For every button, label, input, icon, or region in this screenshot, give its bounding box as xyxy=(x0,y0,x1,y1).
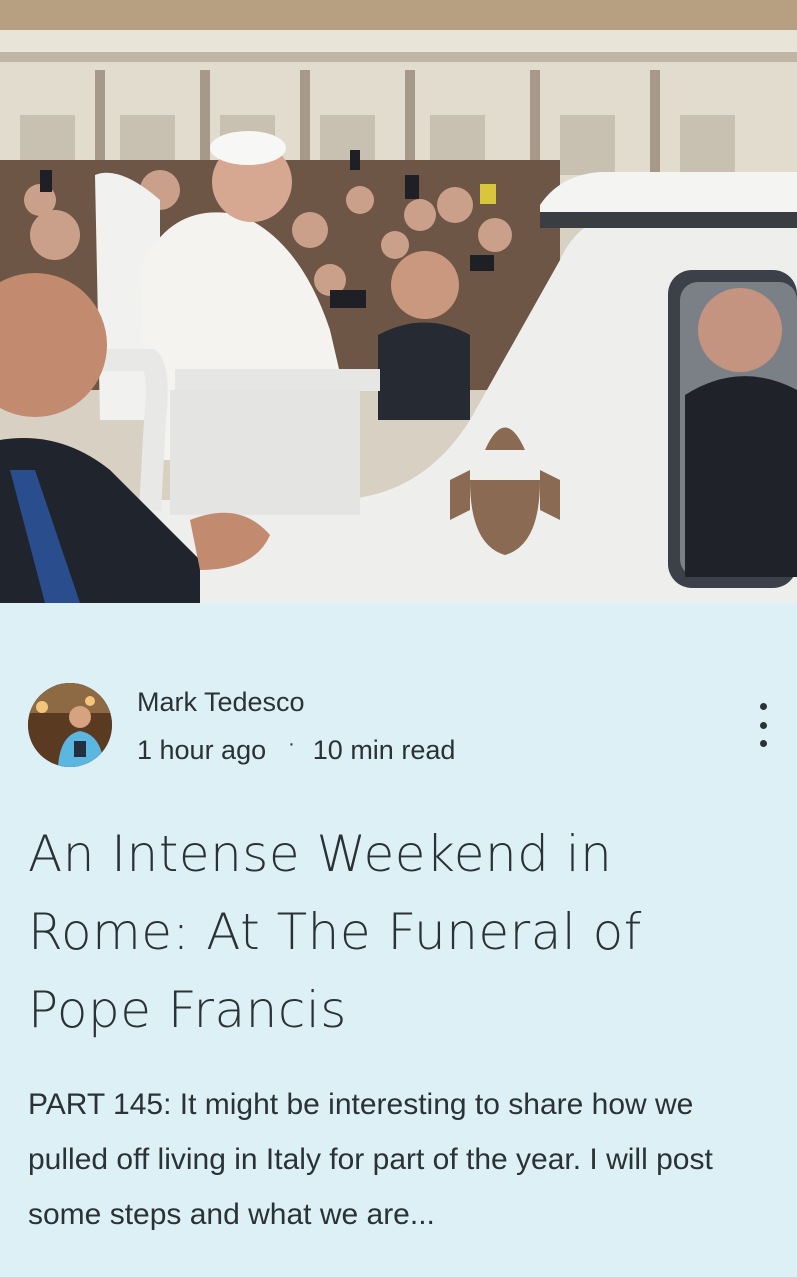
post-title[interactable]: An Intense Weekend in Rome: At The Funer… xyxy=(28,815,768,1049)
author-avatar[interactable] xyxy=(28,683,112,767)
more-dot xyxy=(759,740,767,747)
more-vertical-icon[interactable] xyxy=(748,703,778,747)
meta-separator: · xyxy=(288,733,295,755)
post-excerpt: PART 145: It might be interesting to sha… xyxy=(28,1088,713,1231)
post-time: 1 hour ago xyxy=(137,735,267,765)
hero-image[interactable] xyxy=(0,0,797,603)
photo-pope-francis-popemobile xyxy=(0,0,797,603)
read-time: 10 min read xyxy=(312,735,456,765)
post-meta: 1 hour ago · 10 min read xyxy=(137,733,456,766)
more-dot xyxy=(759,721,767,729)
author-name[interactable]: Mark Tedesco xyxy=(137,687,305,718)
post-card[interactable]: Mark Tedesco 1 hour ago · 10 min read An… xyxy=(0,603,797,1277)
more-dot xyxy=(759,703,767,710)
author-avatar-image xyxy=(28,683,112,767)
